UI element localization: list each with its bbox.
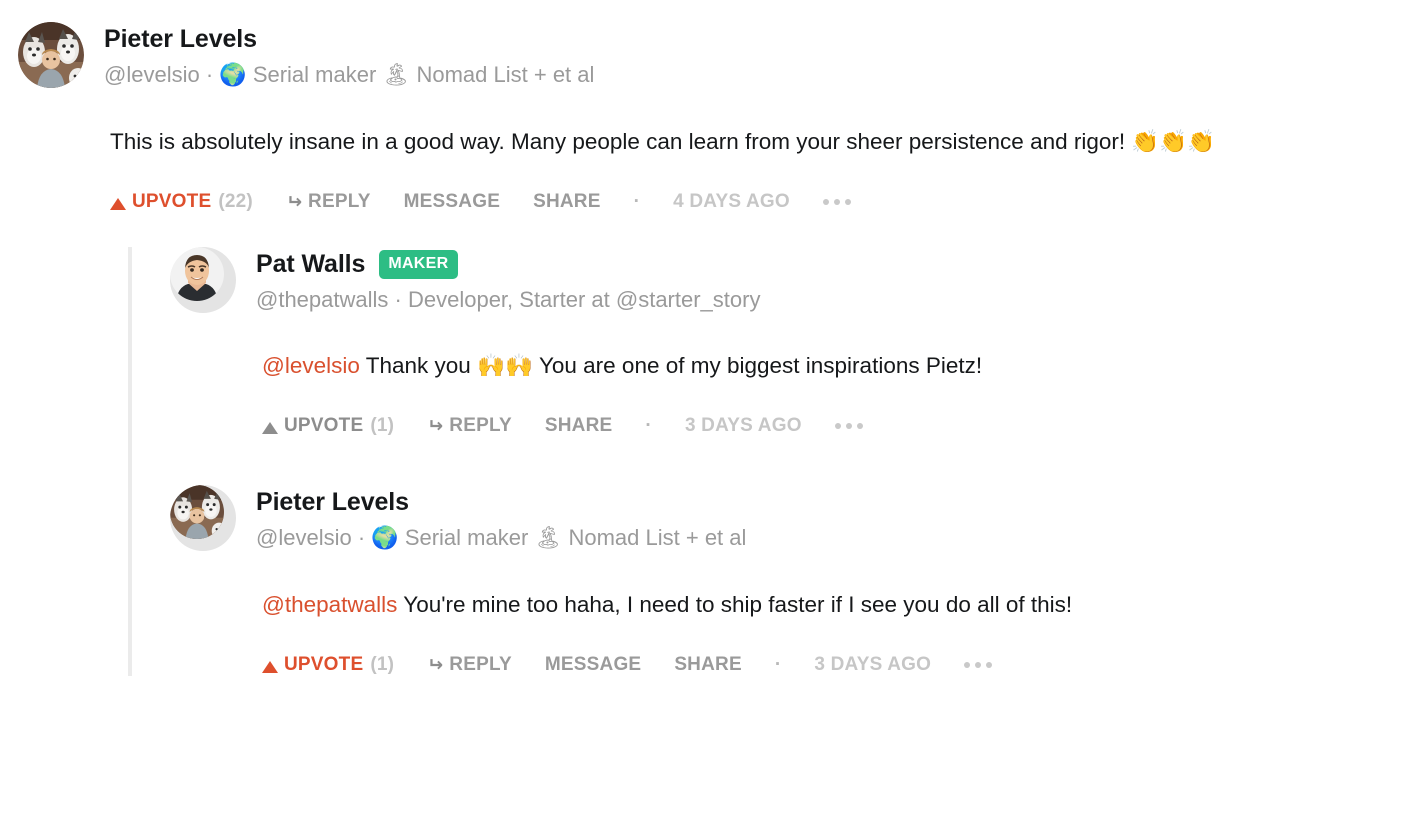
- globe-icon: 🌍: [219, 63, 247, 88]
- root-comment-identity: Pieter Levels @levelsio · 🌍 Serial maker…: [104, 22, 594, 91]
- raised-hands-icon: 🙌🙌: [477, 353, 534, 379]
- reply-actions: UPVOTE (1) ↵ REPLY MESSAGE SHARE · 3 DAY…: [262, 654, 1410, 676]
- upvote-button[interactable]: UPVOTE (1): [262, 654, 394, 676]
- island-icon: 🏝: [534, 526, 563, 551]
- byline-company: Nomad List + et al: [568, 525, 747, 550]
- upvote-count: (22): [218, 191, 253, 212]
- root-comment-actions: UPVOTE (22) ↵ REPLY MESSAGE SHARE · 4 DA…: [110, 191, 1410, 213]
- root-name-row: Pieter Levels: [104, 24, 594, 54]
- reply-pat-walls: Pat Walls MAKER @thepatwalls · Developer…: [170, 247, 1410, 437]
- upvote-count: (1): [370, 415, 395, 436]
- comment-text: Thank you: [359, 353, 478, 378]
- reply-list: Pat Walls MAKER @thepatwalls · Developer…: [128, 247, 1410, 676]
- author-byline: @thepatwalls · Developer, Starter at @st…: [256, 285, 760, 315]
- reply-body: @thepatwalls You're mine too haha, I nee…: [262, 586, 1410, 624]
- byline-role: Developer, Starter at @starter_story: [407, 287, 761, 312]
- globe-icon: 🌍: [371, 526, 399, 551]
- reply-body: @levelsio Thank you 🙌🙌 You are one of my…: [262, 347, 1410, 385]
- reply-header: Pieter Levels @levelsio · 🌍 Serial maker…: [170, 485, 1410, 554]
- author-name[interactable]: Pieter Levels: [104, 24, 257, 54]
- message-button[interactable]: MESSAGE: [545, 654, 641, 676]
- avatar-levelsio[interactable]: [18, 22, 84, 88]
- byline-handle[interactable]: @levelsio: [104, 62, 200, 87]
- actions-separator: ·: [645, 415, 652, 436]
- upvote-label: UPVOTE: [284, 654, 364, 675]
- byline-role: Serial maker: [252, 62, 377, 87]
- actions-separator: ·: [633, 191, 641, 212]
- reply-label: REPLY: [449, 415, 512, 436]
- author-byline: @levelsio · 🌍 Serial maker 🏝 Nomad List …: [256, 523, 746, 554]
- avatar-levelsio[interactable]: [170, 485, 236, 551]
- reply-label: REPLY: [308, 191, 371, 212]
- comment-text-cont: You are one of my biggest inspirations P…: [533, 353, 983, 378]
- byline-separator: ·: [205, 62, 214, 87]
- reply-button[interactable]: ↵ REPLY: [427, 415, 512, 437]
- comment-thread: Pieter Levels @levelsio · 🌍 Serial maker…: [0, 0, 1410, 676]
- byline-separator: ·: [394, 287, 402, 312]
- avatar-thepatwalls[interactable]: [170, 247, 236, 313]
- reply-button[interactable]: ↵ REPLY: [427, 654, 512, 676]
- upvote-triangle-icon: [262, 658, 278, 673]
- upvote-label: UPVOTE: [284, 415, 364, 436]
- reply-identity: Pieter Levels @levelsio · 🌍 Serial maker…: [256, 485, 746, 554]
- upvote-count: (1): [370, 654, 395, 675]
- more-options-icon[interactable]: [964, 662, 993, 668]
- reply-arrow-icon: ↵: [427, 415, 444, 437]
- reply-pieter-levels: Pieter Levels @levelsio · 🌍 Serial maker…: [170, 485, 1410, 676]
- comment-text: This is absolutely insane in a good way.…: [110, 129, 1132, 154]
- upvote-button[interactable]: UPVOTE (22): [110, 191, 253, 213]
- timestamp: 3 DAYS AGO: [814, 654, 932, 675]
- reply-button[interactable]: ↵ REPLY: [286, 191, 371, 213]
- share-button[interactable]: SHARE: [674, 654, 742, 676]
- root-comment-header: Pieter Levels @levelsio · 🌍 Serial maker…: [18, 22, 1410, 91]
- more-options-icon[interactable]: [834, 423, 863, 429]
- clap-icon: 👏👏👏: [1131, 129, 1216, 155]
- root-comment: Pieter Levels @levelsio · 🌍 Serial maker…: [0, 22, 1410, 676]
- byline-handle[interactable]: @levelsio: [256, 525, 352, 550]
- reply-name-row: Pieter Levels: [256, 487, 746, 517]
- root-comment-body: This is absolutely insane in a good way.…: [110, 123, 1410, 161]
- upvote-label: UPVOTE: [132, 191, 212, 212]
- message-button[interactable]: MESSAGE: [404, 191, 500, 213]
- upvote-button[interactable]: UPVOTE (1): [262, 415, 394, 437]
- more-options-icon[interactable]: [822, 199, 851, 205]
- byline-role: Serial maker: [404, 525, 529, 550]
- reply-arrow-icon: ↵: [285, 191, 303, 213]
- author-byline: @levelsio · 🌍 Serial maker 🏝 Nomad List …: [104, 60, 594, 91]
- author-name[interactable]: Pieter Levels: [256, 487, 409, 517]
- share-button[interactable]: SHARE: [545, 415, 613, 437]
- reply-identity: Pat Walls MAKER @thepatwalls · Developer…: [256, 247, 760, 315]
- author-name[interactable]: Pat Walls: [256, 249, 365, 279]
- timestamp: 4 DAYS AGO: [673, 191, 790, 212]
- reply-name-row: Pat Walls MAKER: [256, 249, 760, 279]
- comment-text: You're mine too haha, I need to ship fas…: [397, 592, 1073, 617]
- upvote-triangle-icon: [110, 195, 126, 210]
- byline-separator: ·: [357, 525, 366, 550]
- timestamp: 3 DAYS AGO: [684, 415, 802, 436]
- byline-company: Nomad List + et al: [416, 62, 595, 87]
- maker-badge: MAKER: [379, 249, 458, 279]
- reply-actions: UPVOTE (1) ↵ REPLY SHARE · 3 DAYS AGO: [262, 415, 1410, 437]
- actions-separator: ·: [774, 654, 782, 675]
- thread-line: [128, 247, 132, 676]
- reply-header: Pat Walls MAKER @thepatwalls · Developer…: [170, 247, 1410, 315]
- upvote-triangle-icon: [262, 419, 278, 434]
- reply-label: REPLY: [449, 654, 512, 675]
- island-icon: 🏝: [382, 63, 411, 88]
- byline-handle[interactable]: @thepatwalls: [256, 287, 388, 312]
- reply-arrow-icon: ↵: [427, 654, 444, 676]
- mention-link[interactable]: @thepatwalls: [262, 592, 397, 617]
- share-button[interactable]: SHARE: [533, 191, 601, 213]
- mention-link[interactable]: @levelsio: [262, 353, 360, 378]
